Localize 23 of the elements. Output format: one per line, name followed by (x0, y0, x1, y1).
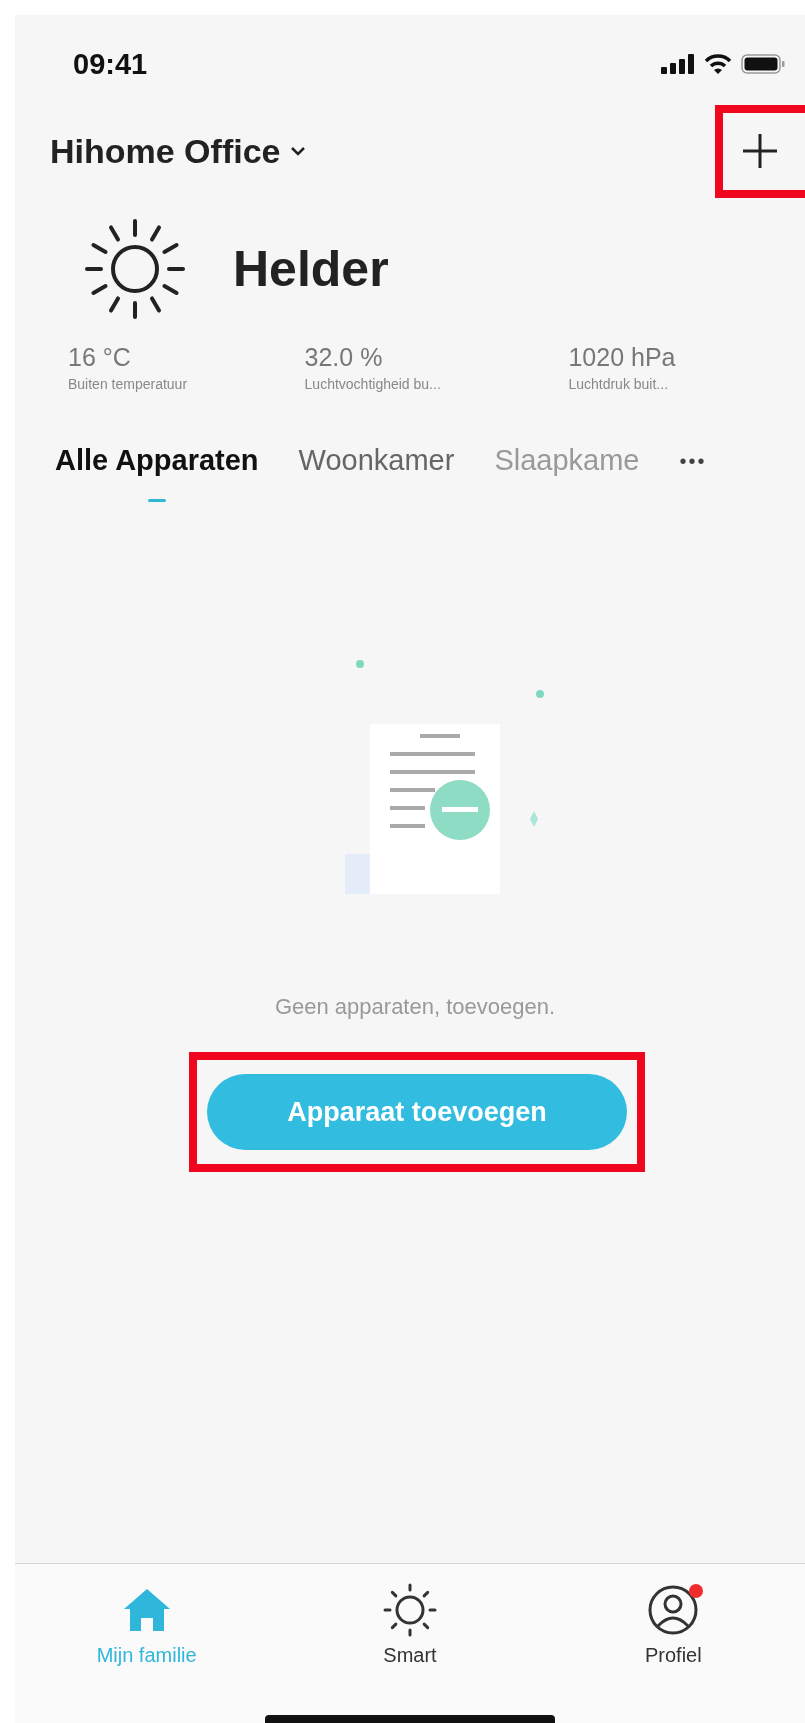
stat-label: Buiten temperatuur (68, 376, 189, 392)
plus-icon (741, 132, 779, 170)
battery-icon (741, 54, 785, 74)
stat-label: Luchtdruk buit... (568, 376, 670, 392)
add-button[interactable] (741, 132, 779, 170)
weather-condition: Helder (233, 240, 389, 298)
nav-tab[interactable]: Profiel (573, 1582, 774, 1703)
stat-value: 16 °C (68, 343, 132, 372)
room-tab[interactable]: Alle Apparaten (55, 444, 259, 502)
chevron-down-icon (290, 146, 307, 156)
room-tab[interactable]: Woonkamer (298, 444, 455, 502)
stat-label: Luchtvochtigheid bu... (304, 376, 442, 392)
user-icon (647, 1584, 700, 1636)
stat-value: 32.0 % (304, 343, 384, 372)
status-time: 09:41 (73, 47, 148, 81)
signal-icon (661, 54, 695, 74)
more-button[interactable]: ••• (679, 444, 707, 473)
wifi-icon (704, 53, 732, 75)
stat-value: 1020 hPa (568, 343, 677, 372)
nav-tab[interactable]: Smart (310, 1582, 510, 1703)
sun-icon (382, 1582, 438, 1638)
empty-message: Geen apparaten, toevoegen. (274, 994, 556, 1020)
home-selector[interactable]: Hihome Office (50, 131, 307, 171)
